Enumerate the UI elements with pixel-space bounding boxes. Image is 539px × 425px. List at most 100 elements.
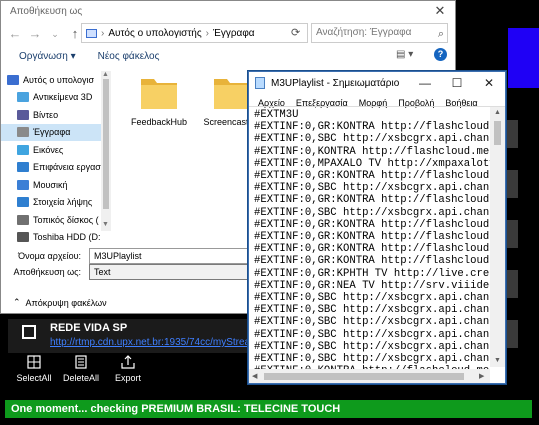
computer-icon — [7, 74, 19, 85]
scroll-up-icon[interactable]: ▲ — [494, 109, 501, 116]
scrollbar-thumb[interactable] — [264, 373, 464, 380]
nav-item-label: Επιφάνεια εργασ — [33, 162, 101, 173]
scroll-right-icon[interactable]: ▶ — [479, 372, 484, 380]
text-line: #EXTINF:0,ΜΡΑΧΑLO TV http://xmpaxalotv1x… — [254, 157, 490, 170]
status-bar: One moment... checking PREMIUM BRASIL: T… — [5, 400, 532, 418]
text-line: #EXTINF:0,GR:KONTRA http://flashcloud.me… — [254, 218, 490, 231]
side-tile — [506, 120, 518, 148]
export-button[interactable]: Export — [103, 355, 153, 383]
help-icon[interactable]: ? — [434, 48, 447, 61]
nav-item[interactable]: Έγγραφα — [1, 123, 105, 141]
back-icon[interactable]: ← — [7, 26, 23, 42]
nav-item[interactable]: Τοπικός δίσκος ( — [1, 211, 105, 229]
close-icon[interactable]: ✕ — [425, 3, 455, 19]
text-line: #EXTINF:0,GR:NEA TV http://srv.viiideo.g… — [254, 279, 490, 292]
text-line: #EXTM3U — [254, 109, 299, 121]
nav-item[interactable]: Μουσική — [1, 176, 105, 194]
address-bar[interactable]: › Αυτός ο υπολογιστής › Έγγραφα — [81, 23, 308, 43]
nav-item[interactable]: Στοιχεία λήψης — [1, 194, 105, 212]
close-icon[interactable]: ✕ — [473, 76, 505, 90]
search-input[interactable]: Αναζήτηση: Έγγραφα ⌕ — [311, 23, 448, 43]
text-line: #EXTINF:0,SBC http://xsbcgrx.api.channel… — [254, 328, 490, 341]
recent-chevron-icon[interactable]: ⌄ — [47, 26, 63, 42]
local-disk-icon — [17, 214, 29, 225]
text-line: #EXTINF:0,GR:KONTRA http://flashcloud.me… — [254, 170, 490, 183]
savetype-label: Αποθήκευση ως: — [13, 267, 81, 277]
breadcrumb-item[interactable]: Έγγραφα — [213, 28, 255, 39]
nav-item-label: Αυτός ο υπολογισ — [23, 74, 95, 85]
nav-item-label: Τοπικός δίσκος ( — [33, 214, 99, 225]
scroll-down-icon[interactable]: ▼ — [102, 221, 109, 228]
nav-scrollbar[interactable]: ▲ ▼ — [101, 71, 111, 231]
text-line: #EXTINF:0,GR:KONTRA http://flashcloud.me… — [254, 121, 490, 134]
nav-item[interactable]: Αυτός ο υπολογισ — [1, 71, 105, 89]
nav-item[interactable]: Αντικείμενα 3D — [1, 89, 105, 107]
folder-label: FeedbackHub — [130, 117, 188, 127]
nav-item[interactable]: Βίντεο — [1, 106, 105, 124]
scroll-down-icon[interactable]: ▼ — [494, 357, 501, 364]
delete-all-button[interactable]: DeleteAll — [56, 355, 106, 383]
channel-checkbox[interactable] — [22, 325, 36, 339]
folder-item[interactable]: FeedbackHub — [124, 73, 194, 128]
nav-item-label: Έγγραφα — [33, 127, 71, 138]
scroll-up-icon[interactable]: ▲ — [102, 71, 109, 78]
music-icon — [17, 179, 29, 190]
nav-item[interactable]: Επιφάνεια εργασ — [1, 159, 105, 177]
command-bar: Οργάνωση ▾ Νέος φάκελος — [1, 46, 455, 66]
side-tile — [506, 220, 518, 248]
horizontal-scrollbar[interactable]: ◀ ▶ — [249, 369, 490, 383]
notepad-window: M3UPlaylist - Σημειωματάριο — ☐ ✕ Αρχείο… — [248, 71, 506, 384]
channel-title: REDE VIDA SP — [50, 322, 128, 334]
maximize-icon[interactable]: ☐ — [441, 76, 473, 90]
search-icon: ⌕ — [437, 28, 444, 40]
dialog-title: Αποθήκευση ως — [10, 5, 83, 17]
hide-folders-button[interactable]: ⌃ Απόκρυψη φακέλων — [13, 297, 107, 308]
text-line: #EXTINF:0,GR:KONTRA http://flashcloud.me… — [254, 243, 490, 256]
nav-item-label: Βίντεο — [33, 109, 59, 120]
filename-label: Όνομα αρχείου: — [18, 251, 81, 261]
navigation-pane: Αυτός ο υπολογισ Αντικείμενα 3D Βίντεο Έγγρ… — [1, 71, 105, 243]
nav-item-label: Toshiba HDD (D: — [33, 232, 101, 243]
vertical-scrollbar[interactable]: ▲ ▼ — [490, 107, 505, 367]
organize-button[interactable]: Οργάνωση ▾ — [19, 51, 76, 62]
scrollbar-thumb[interactable] — [494, 121, 501, 145]
drive-icon — [17, 232, 29, 243]
text-line: #EXTINF:0,GR:KONTRA http://flashcloud.me… — [254, 194, 490, 207]
nav-item-label: Μουσική — [33, 179, 68, 190]
text-line: #EXTINF:0,SBC http://xsbcgrx.api.channel… — [254, 133, 490, 146]
view-options-icon[interactable]: ▤ ▾ — [396, 49, 418, 61]
folder-icon — [214, 79, 250, 109]
folder-icon — [141, 79, 177, 109]
text-line: #EXTINF:0,KONTRA http://flashcloud.media… — [254, 145, 490, 158]
new-folder-button[interactable]: Νέος φάκελος — [98, 51, 160, 62]
breadcrumb-item[interactable]: Αυτός ο υπολογιστής — [108, 28, 201, 39]
nav-item[interactable]: Toshiba HDD (D: — [1, 229, 105, 247]
minimize-icon[interactable]: — — [409, 76, 441, 90]
delete-all-icon — [75, 355, 87, 369]
text-line: #EXTINF:0,SBC http://xsbcgrx.api.channel… — [254, 316, 490, 329]
scrollbar-thumb[interactable] — [103, 79, 109, 209]
pictures-icon — [17, 144, 29, 155]
channel-url[interactable]: http://rtmp.cdn.upx.net.br:1935/74cc/myS… — [50, 337, 266, 348]
chevron-up-icon: ⌃ — [13, 297, 21, 307]
forward-icon[interactable]: → — [27, 26, 43, 42]
videos-icon — [17, 109, 29, 120]
breadcrumb-separator-icon: › — [205, 27, 210, 39]
organize-label: Οργάνωση — [19, 50, 68, 62]
delete-all-label: DeleteAll — [62, 373, 100, 383]
notepad-titlebar: M3UPlaylist - Σημειωματάριο — ☐ ✕ — [249, 72, 505, 94]
notepad-icon — [255, 77, 265, 89]
downloads-icon — [17, 197, 29, 208]
text-line: #EXTINF:0,GR:KONTRA http://flashcloud.me… — [254, 231, 490, 244]
notepad-text[interactable]: #EXTM3U #EXTINF:0,GR:KONTRA http://flashc… — [254, 109, 490, 377]
nav-item-label: Εικόνες — [33, 144, 64, 155]
nav-item[interactable]: Εικόνες — [1, 141, 105, 159]
computer-icon — [86, 28, 97, 38]
breadcrumb-separator-icon: › — [101, 27, 105, 39]
text-line: #EXTINF:0,SBC http://xsbcgrx.api.channel… — [254, 340, 490, 353]
refresh-icon[interactable]: ⟳ — [291, 26, 300, 39]
scroll-left-icon[interactable]: ◀ — [252, 372, 257, 380]
export-label: Export — [114, 373, 141, 383]
select-all-button[interactable]: SelectAll — [9, 355, 59, 383]
notepad-editor[interactable]: #EXTM3U #EXTINF:0,GR:KONTRA http://flashc… — [249, 106, 505, 383]
